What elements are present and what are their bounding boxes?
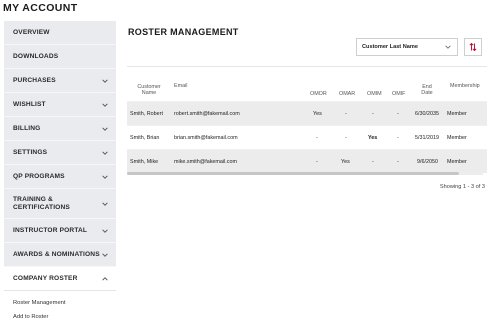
cell-membership: Member (447, 111, 467, 117)
table-row[interactable]: Smith, Brian brian.smith@fakemail.com - … (127, 125, 487, 149)
sidebar-item-label: SETTINGS (13, 148, 48, 156)
table-horizontal-scrollbar[interactable] (127, 172, 483, 175)
cell-omar: - (345, 111, 347, 117)
column-header-email[interactable]: Email (174, 83, 187, 89)
sidebar-item-company-roster[interactable]: COMPANY ROSTER (4, 267, 116, 291)
page-title: MY ACCOUNT (3, 2, 78, 14)
cell-omor: - (316, 135, 318, 141)
sidebar-item-training-certifications[interactable]: TRAINING & CERTIFICATIONS (4, 189, 116, 219)
sidebar-item-label: QP PROGRAMS (13, 172, 65, 180)
pagination-summary: Showing 1 - 3 of 3 (439, 184, 485, 190)
table-row[interactable]: Smith, Mike mike.smith@fakemail.com - Ye… (127, 149, 487, 173)
sidebar-item-settings[interactable]: SETTINGS (4, 141, 116, 165)
sidebar-item-label: OVERVIEW (13, 28, 50, 36)
sidebar-item-label: PURCHASES (13, 76, 56, 84)
table-header: Customer Name Email OMOR OMAR OMIM OMIF … (127, 81, 487, 101)
sidebar-item-label: BILLING (13, 124, 41, 132)
sidebar-item-label: AWARDS & NOMINATIONS (13, 250, 100, 258)
sidebar-item-label: DOWNLOADS (13, 52, 59, 60)
chevron-down-icon (102, 102, 108, 107)
sidebar-item-wishlist[interactable]: WISHLIST (4, 93, 116, 117)
cell-omim: Yes (368, 135, 378, 141)
cell-email: brian.smith@fakemail.com (174, 135, 238, 141)
chevron-down-icon (102, 228, 108, 233)
sidebar-item-label: TRAINING & CERTIFICATIONS (13, 196, 70, 211)
subnav-add-to-roster[interactable]: Add to Roster (4, 310, 116, 324)
cell-membership: Member (447, 135, 467, 141)
cell-omar: Yes (341, 159, 350, 165)
cell-omim: - (372, 111, 374, 117)
chevron-up-icon (102, 276, 108, 281)
sidebar-item-awards-nominations[interactable]: AWARDS & NOMINATIONS (4, 243, 116, 267)
column-header-membership[interactable]: Membership (450, 83, 480, 89)
column-header-omim[interactable]: OMIM (367, 91, 382, 97)
chevron-down-icon (102, 78, 108, 83)
cell-omor: - (316, 159, 318, 165)
cell-email: robert.smith@fakemail.com (174, 111, 240, 117)
sidebar-item-instructor-portal[interactable]: INSTRUCTOR PORTAL (4, 219, 116, 243)
sidebar-item-label: WISHLIST (13, 100, 46, 108)
column-header-omar[interactable]: OMAR (339, 91, 355, 97)
sidebar-item-downloads[interactable]: DOWNLOADS (4, 45, 116, 69)
sidebar-nav: OVERVIEW DOWNLOADS PURCHASES WISHLIST BI… (4, 21, 116, 324)
chevron-down-icon (102, 201, 108, 206)
cell-omif: - (397, 111, 399, 117)
cell-end-date: 5/31/2019 (415, 135, 439, 141)
column-header-customer-name[interactable]: Customer Name (133, 84, 165, 97)
roster-table: Customer Name Email OMOR OMAR OMIM OMIF … (127, 81, 487, 173)
sort-icon (469, 42, 477, 52)
cell-email: mike.smith@fakemail.com (174, 159, 237, 165)
cell-omif: - (397, 135, 399, 141)
cell-membership: Member (447, 159, 467, 165)
column-header-omor[interactable]: OMOR (310, 91, 327, 97)
table-row[interactable]: Smith, Robert robert.smith@fakemail.com … (127, 101, 487, 125)
subnav-roster-management[interactable]: Roster Management (4, 296, 116, 310)
chevron-down-icon (102, 126, 108, 131)
column-header-omif[interactable]: OMIF (392, 91, 405, 97)
column-header-end-date[interactable]: End Date (417, 84, 437, 97)
sort-select-value: Customer Last Name (362, 44, 418, 50)
chevron-down-icon (102, 150, 108, 155)
cell-customer-name: Smith, Robert (130, 111, 163, 117)
chevron-down-icon (445, 45, 451, 49)
cell-omim: - (372, 159, 374, 165)
sidebar-item-billing[interactable]: BILLING (4, 117, 116, 141)
header-divider (127, 66, 487, 67)
cell-omif: - (397, 159, 399, 165)
cell-end-date: 9/6/2050 (417, 159, 438, 165)
scrollbar-thumb[interactable] (127, 172, 459, 175)
sidebar-item-label: COMPANY ROSTER (13, 274, 78, 282)
cell-customer-name: Smith, Brian (130, 135, 160, 141)
sort-order-button[interactable] (464, 38, 482, 56)
chevron-down-icon (102, 174, 108, 179)
cell-customer-name: Smith, Mike (130, 159, 159, 165)
cell-end-date: 6/30/2035 (415, 111, 439, 117)
sidebar-item-overview[interactable]: OVERVIEW (4, 21, 116, 45)
sidebar-item-qp-programs[interactable]: QP PROGRAMS (4, 165, 116, 189)
section-title: ROSTER MANAGEMENT (128, 27, 239, 37)
sort-select[interactable]: Customer Last Name (356, 38, 458, 56)
chevron-down-icon (102, 252, 108, 257)
cell-omor: Yes (313, 111, 322, 117)
sidebar-item-label: INSTRUCTOR PORTAL (13, 226, 88, 234)
sidebar-item-purchases[interactable]: PURCHASES (4, 69, 116, 93)
cell-omar: - (345, 135, 347, 141)
